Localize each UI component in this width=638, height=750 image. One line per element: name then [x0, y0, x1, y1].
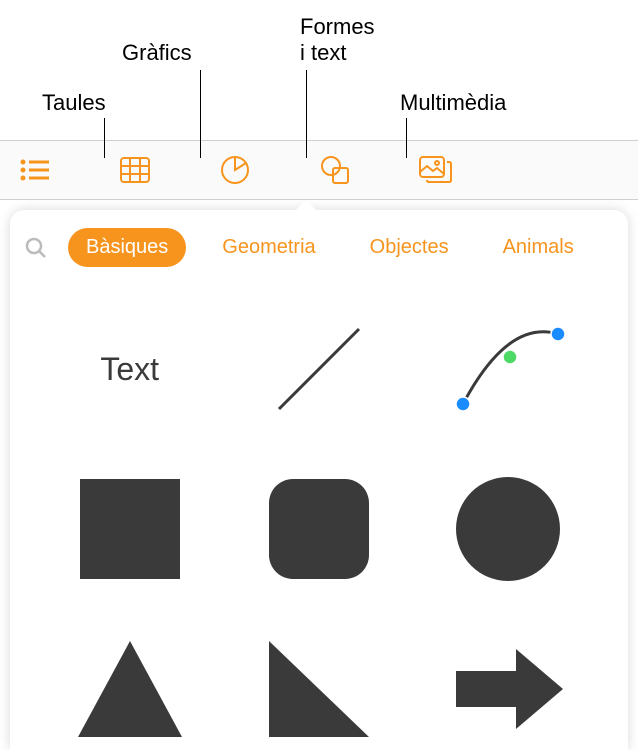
category-objects[interactable]: Objectes: [352, 228, 467, 267]
shape-right-triangle[interactable]: [229, 619, 408, 750]
shape-circle[interactable]: [419, 459, 598, 599]
square-icon: [70, 469, 190, 589]
search-icon: [24, 236, 48, 260]
shape-text[interactable]: Text: [40, 299, 219, 439]
shapes-icon: [317, 152, 353, 188]
arrow-icon: [448, 629, 568, 749]
callout-charts: Gràfics: [122, 40, 192, 66]
category-basic[interactable]: Bàsiques: [68, 228, 186, 267]
table-icon: [117, 152, 153, 188]
shapes-grid: Text: [10, 279, 628, 750]
callout-line: [104, 118, 105, 158]
callout-line: [306, 70, 307, 158]
rounded-square-icon: [259, 469, 379, 589]
shape-line[interactable]: [229, 299, 408, 439]
shapes-popover-wrapper: Bàsiques Geometria Objectes Animals Text: [0, 210, 638, 750]
media-button[interactable]: [415, 150, 455, 190]
shape-arrow[interactable]: [419, 619, 598, 750]
popover-arrow: [296, 200, 316, 210]
callout-media: Multimèdia: [400, 90, 506, 116]
shape-rounded-square[interactable]: [229, 459, 408, 599]
category-animals[interactable]: Animals: [485, 228, 592, 267]
circle-icon: [448, 469, 568, 589]
tables-button[interactable]: [115, 150, 155, 190]
curve-icon: [448, 309, 568, 429]
right-triangle-icon: [259, 629, 379, 749]
shape-square[interactable]: [40, 459, 219, 599]
list-icon: [17, 152, 53, 188]
charts-button[interactable]: [215, 150, 255, 190]
media-icon: [417, 152, 453, 188]
callout-shapes-text-line2: i text: [300, 40, 346, 66]
list-button[interactable]: [15, 150, 55, 190]
toolbar: [0, 140, 638, 200]
shape-curve[interactable]: [419, 299, 598, 439]
category-geometry[interactable]: Geometria: [204, 228, 333, 267]
search-button[interactable]: [22, 234, 50, 262]
callout-labels-area: Formes i text Gràfics Taules Multimèdia: [0, 0, 638, 140]
shape-triangle[interactable]: [40, 619, 219, 750]
triangle-icon: [70, 629, 190, 749]
callout-shapes-text-line1: Formes: [300, 14, 375, 40]
category-row: Bàsiques Geometria Objectes Animals: [10, 210, 628, 279]
shapes-button[interactable]: [315, 150, 355, 190]
shapes-popover: Bàsiques Geometria Objectes Animals Text: [10, 210, 628, 750]
chart-icon: [217, 152, 253, 188]
text-shape-label: Text: [100, 351, 159, 388]
line-icon: [259, 309, 379, 429]
callout-line: [406, 118, 407, 158]
callout-line: [200, 70, 201, 158]
callout-tables: Taules: [42, 90, 106, 116]
